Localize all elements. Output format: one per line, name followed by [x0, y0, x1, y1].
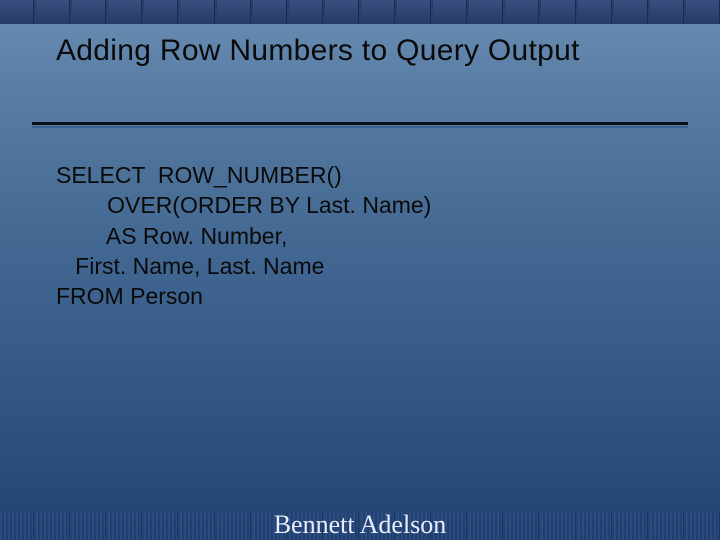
sql-code-block: SELECT ROW_NUMBER() OVER(ORDER BY Last. …	[32, 128, 688, 312]
code-line: FROM Person	[56, 283, 203, 309]
slide-title: Adding Row Numbers to Query Output	[32, 24, 688, 69]
slide-body-wrap: SELECT ROW_NUMBER() OVER(ORDER BY Last. …	[32, 128, 688, 520]
top-decorative-band	[0, 0, 720, 24]
code-line: AS Row. Number,	[56, 223, 287, 249]
footer-author: Bennett Adelson	[0, 510, 720, 540]
code-line: First. Name, Last. Name	[56, 253, 324, 279]
footer-author-text: Bennett Adelson	[268, 510, 453, 539]
code-line: OVER(ORDER BY Last. Name)	[56, 192, 431, 218]
code-line: SELECT ROW_NUMBER()	[56, 162, 342, 188]
